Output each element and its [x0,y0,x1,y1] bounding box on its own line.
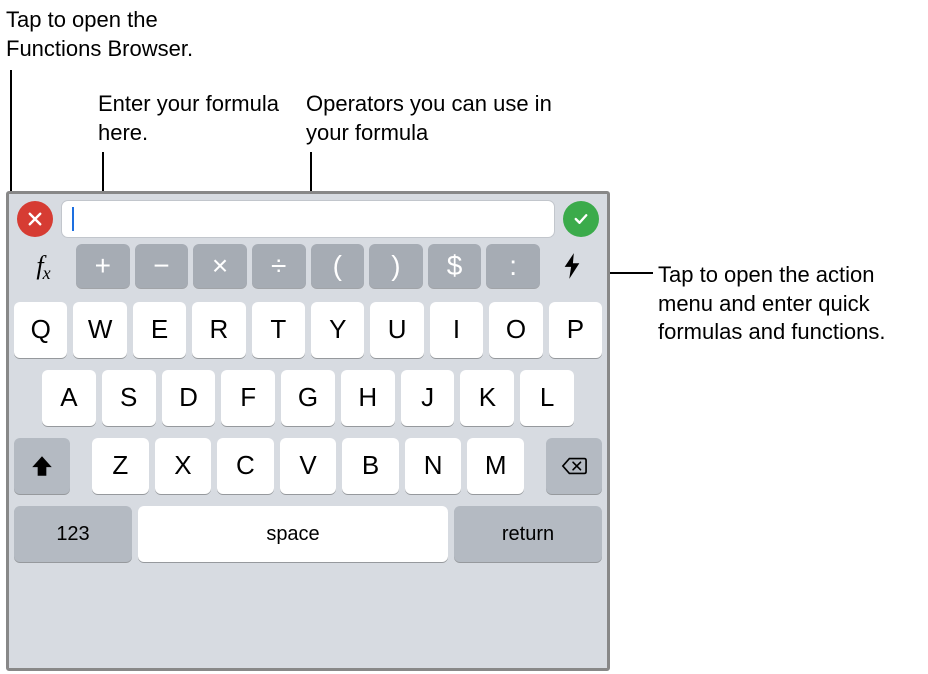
operator-close-paren[interactable]: ) [369,244,423,288]
callout-enter-formula: Enter your formula here. [98,90,298,147]
checkmark-icon [572,210,590,228]
key-b[interactable]: B [342,438,399,494]
key-z[interactable]: Z [92,438,149,494]
key-space[interactable]: space [138,506,448,562]
backspace-icon [561,453,587,479]
key-v[interactable]: V [280,438,337,494]
callout-functions-browser: Tap to open the Functions Browser. [6,6,236,63]
key-e[interactable]: E [133,302,186,358]
shift-icon [29,453,55,479]
keyboard-row-3: Z X C V B N M [14,438,602,494]
key-n[interactable]: N [405,438,462,494]
key-u[interactable]: U [370,302,423,358]
operator-multiply[interactable]: × [193,244,247,288]
key-w[interactable]: W [73,302,126,358]
key-m[interactable]: M [467,438,524,494]
formula-input-row [9,194,607,238]
key-k[interactable]: K [460,370,514,426]
operator-minus[interactable]: − [135,244,189,288]
cancel-button[interactable] [17,201,53,237]
key-backspace[interactable] [546,438,602,494]
key-p[interactable]: P [549,302,602,358]
key-f[interactable]: F [221,370,275,426]
keyboard-row-1: Q W E R T Y U I O P [14,302,602,358]
onscreen-keyboard: Q W E R T Y U I O P A S D F G H J K L [9,296,607,570]
formula-editor-panel: fx + − × ÷ ( ) $ : Q W E R T Y U I O P A [6,191,610,671]
key-return[interactable]: return [454,506,602,562]
key-x[interactable]: X [155,438,212,494]
keyboard-row-4: 123 space return [14,506,602,562]
action-menu-button[interactable] [545,244,599,288]
close-icon [26,210,44,228]
key-s[interactable]: S [102,370,156,426]
key-y[interactable]: Y [311,302,364,358]
operator-dollar[interactable]: $ [428,244,482,288]
operator-divide[interactable]: ÷ [252,244,306,288]
key-q[interactable]: Q [14,302,67,358]
key-j[interactable]: J [401,370,455,426]
functions-browser-button[interactable]: fx [17,244,71,288]
key-c[interactable]: C [217,438,274,494]
operator-row: fx + − × ÷ ( ) $ : [9,238,607,296]
key-r[interactable]: R [192,302,245,358]
key-l[interactable]: L [520,370,574,426]
key-a[interactable]: A [42,370,96,426]
callout-operators: Operators you can use in your formula [306,90,566,147]
key-shift[interactable] [14,438,70,494]
operator-open-paren[interactable]: ( [311,244,365,288]
lightning-icon [561,251,583,281]
operator-plus[interactable]: + [76,244,130,288]
text-cursor [72,207,74,231]
leader-line [605,272,653,274]
operator-colon[interactable]: : [486,244,540,288]
callout-action-menu: Tap to open the action menu and enter qu… [658,261,908,347]
formula-input[interactable] [61,200,555,238]
key-d[interactable]: D [162,370,216,426]
key-h[interactable]: H [341,370,395,426]
key-o[interactable]: O [489,302,542,358]
keyboard-row-2: A S D F G H J K L [14,370,602,426]
key-g[interactable]: G [281,370,335,426]
fx-icon: fx [36,249,51,283]
key-numbers[interactable]: 123 [14,506,132,562]
key-i[interactable]: I [430,302,483,358]
confirm-button[interactable] [563,201,599,237]
key-t[interactable]: T [252,302,305,358]
